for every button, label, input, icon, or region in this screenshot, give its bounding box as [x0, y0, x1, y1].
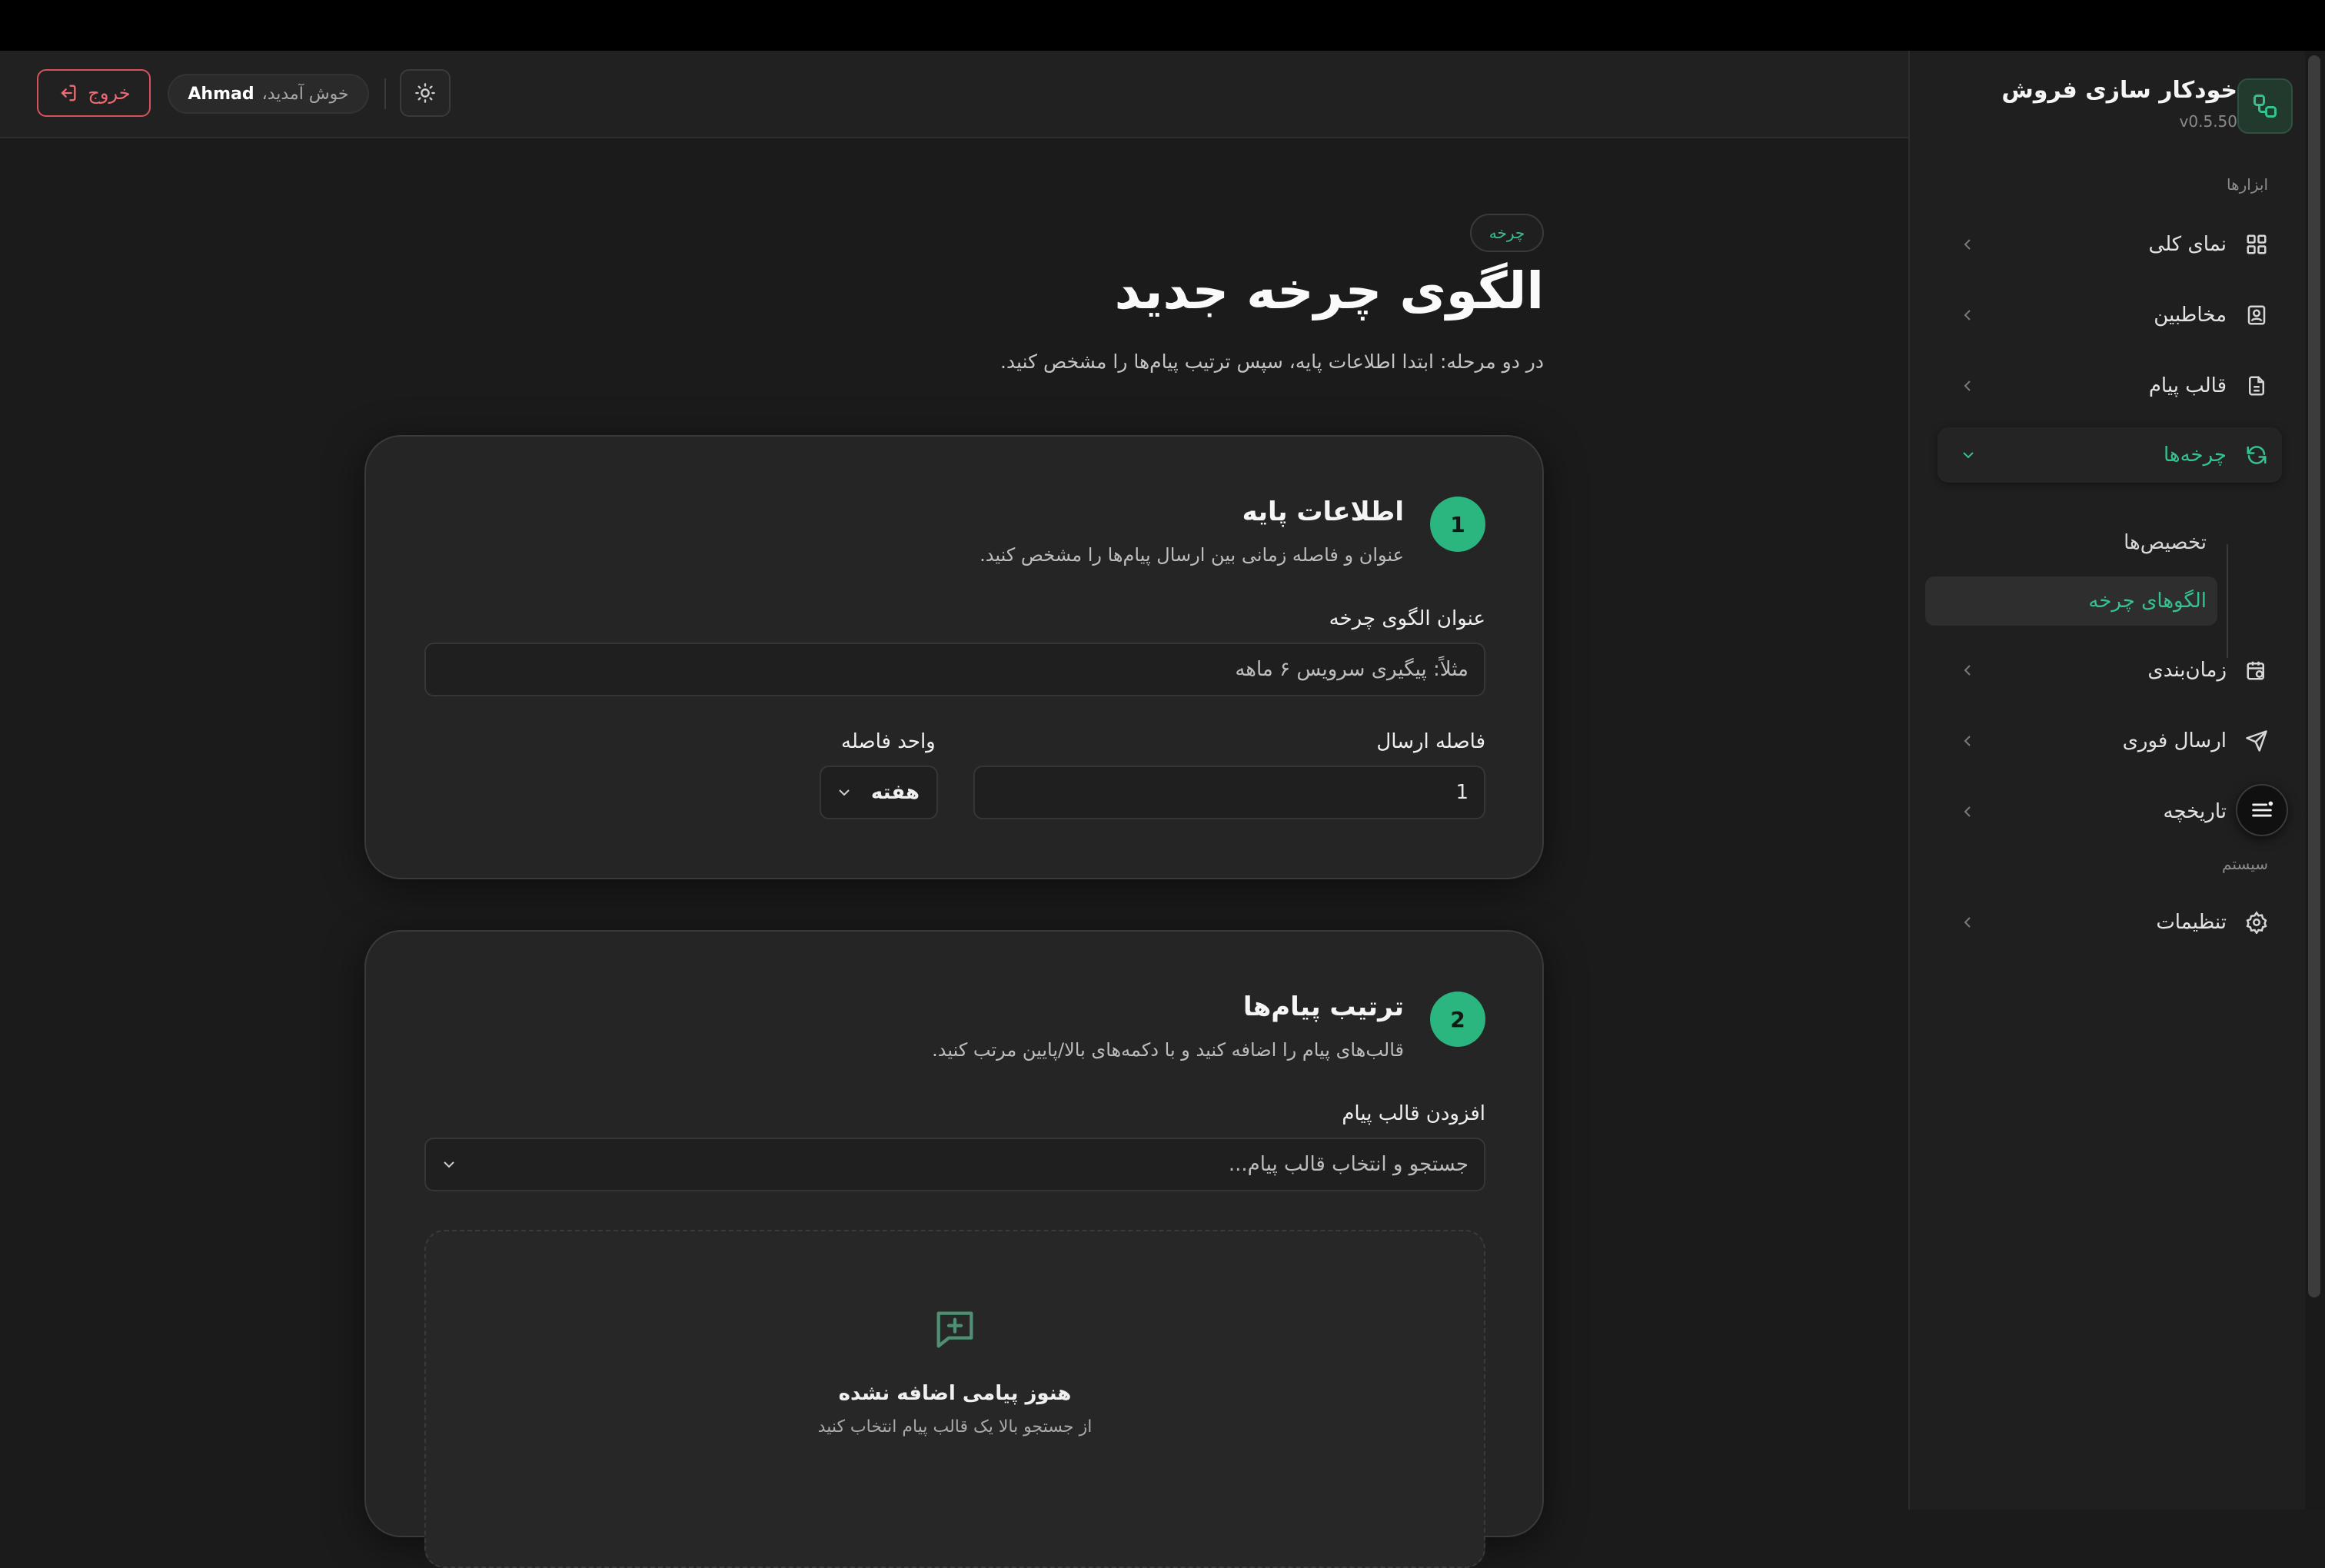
empty-state-subtitle: از جستجو بالا یک قالب پیام انتخاب کنید — [817, 1417, 1093, 1437]
send-icon — [2245, 729, 2268, 752]
chevron-left-icon — [1964, 239, 1971, 250]
workflow-icon — [2253, 95, 2277, 118]
contacts-icon — [2245, 304, 2268, 327]
chevron-left-icon — [1964, 380, 1971, 391]
sidebar-subitem-label: تخصیص‌ها — [2124, 531, 2207, 554]
interval-input[interactable]: 1 — [973, 766, 1485, 819]
step-number-1: 1 — [1430, 497, 1485, 552]
sidebar-item-label: مخاطبین — [2154, 304, 2227, 327]
chevron-left-icon — [1964, 665, 1971, 676]
message-plus-icon — [936, 1311, 973, 1348]
header-divider — [384, 78, 386, 109]
floating-menu-button[interactable] — [2236, 784, 2288, 836]
document-icon — [2245, 374, 2268, 397]
field-label-add-template: افزودن قالب پیام — [1342, 1102, 1485, 1125]
card-description: عنوان و فاصله زمانی بین ارسال پیام‌ها را… — [980, 544, 1404, 566]
message-order-card: 2 ترتیب پیام‌ها قالب‌های پیام را اضافه ک… — [364, 930, 1544, 1568]
sidebar-item-label: ارسال فوری — [2122, 729, 2227, 752]
username: Ahmad — [188, 84, 254, 104]
theme-toggle-button[interactable] — [400, 69, 451, 117]
sidebar-item-label: زمان‌بندی — [2147, 659, 2227, 682]
submenu-guide-line — [2227, 544, 2228, 658]
sun-icon — [415, 83, 435, 103]
interval-value: 1 — [1455, 781, 1469, 804]
breadcrumb-badge-label: چرخه — [1488, 224, 1525, 242]
app-header: خروج خوش آمدید، Ahmad — [0, 51, 1908, 138]
logout-button[interactable]: خروج — [37, 69, 151, 117]
field-label-interval: فاصله ارسال — [1376, 730, 1485, 753]
brand-title: خودکار سازی فروش — [2001, 77, 2237, 104]
breadcrumb-badge: چرخه — [1470, 214, 1544, 252]
card-title: اطلاعات پایه — [1242, 497, 1404, 527]
section-label-tools: ابزارها — [2226, 175, 2268, 194]
empty-messages-placeholder: هنوز پیامی اضافه نشده از جستجو بالا یک ق… — [424, 1230, 1485, 1568]
sidebar-item-label: نمای کلی — [2148, 233, 2227, 256]
window-top-bar — [0, 0, 2325, 51]
interval-unit-value: هفته — [870, 781, 920, 804]
logout-icon — [62, 85, 76, 101]
page-title: الگوی چرخه جدید — [1114, 261, 1544, 321]
menu-lines-icon — [2252, 801, 2273, 817]
card-description: قالب‌های پیام را اضافه کنید و با دکمه‌ها… — [932, 1039, 1404, 1061]
sidebar-subitem-label: الگوهای چرخه — [2088, 590, 2207, 613]
welcome-badge: خوش آمدید، Ahmad — [168, 74, 369, 114]
gear-icon — [2245, 911, 2268, 934]
chevron-down-icon — [839, 789, 850, 796]
step-number-2: 2 — [1430, 992, 1485, 1047]
template-search-placeholder: جستجو و انتخاب قالب پیام... — [1228, 1153, 1469, 1176]
cycle-name-input[interactable]: مثلاً: پیگیری سرویس ۶ ماهه — [424, 643, 1485, 696]
welcome-text: خوش آمدید، — [261, 84, 349, 104]
chevron-down-icon — [444, 1161, 454, 1168]
refresh-icon — [2245, 443, 2268, 467]
sidebar-item-settings[interactable]: تنظیمات — [1938, 895, 2268, 950]
chevron-left-icon — [1964, 806, 1971, 817]
chevron-left-icon — [1964, 310, 1971, 321]
field-label-name: عنوان الگوی چرخه — [1329, 607, 1485, 630]
sidebar-item-label: قالب پیام — [2148, 374, 2227, 397]
template-search-select[interactable]: جستجو و انتخاب قالب پیام... — [424, 1138, 1485, 1191]
sidebar-item-history[interactable]: تاریخچه — [1938, 784, 2268, 839]
sidebar-item-label: چرخه‌ها — [2163, 443, 2227, 467]
field-label-unit: واحد فاصله — [841, 730, 936, 753]
chevron-left-icon — [1964, 736, 1971, 746]
app-version: v0.5.50 — [2179, 112, 2237, 131]
cycle-name-placeholder: مثلاً: پیگیری سرویس ۶ ماهه — [1235, 658, 1469, 681]
sidebar-item-templates[interactable]: قالب پیام — [1938, 358, 2268, 414]
card-title: ترتیب پیام‌ها — [1242, 992, 1404, 1022]
scrollbar-thumb[interactable] — [2308, 55, 2320, 1297]
sidebar-item-label: تاریخچه — [2163, 800, 2227, 823]
sidebar-subitem-cycle-templates[interactable]: الگوهای چرخه — [1925, 576, 2217, 626]
sidebar-item-label: تنظیمات — [2156, 911, 2227, 934]
empty-state-title: هنوز پیامی اضافه نشده — [838, 1382, 1072, 1405]
sidebar-item-contacts[interactable]: مخاطبین — [1938, 287, 2268, 343]
chevron-left-icon — [1964, 917, 1971, 928]
sidebar: خودکار سازی فروش v0.5.50 ابزارها نمای کل… — [1908, 51, 2305, 1510]
sidebar-subitem-assignments[interactable]: تخصیص‌ها — [1914, 518, 2207, 567]
basic-info-card: 1 اطلاعات پایه عنوان و فاصله زمانی بین ا… — [364, 435, 1544, 879]
sidebar-item-overview[interactable]: نمای کلی — [1938, 217, 2268, 272]
dashboard-icon — [2245, 233, 2268, 256]
calendar-clock-icon — [2245, 659, 2268, 682]
brand-logo — [2237, 78, 2293, 134]
page-subtitle: در دو مرحله: ابتدا اطلاعات پایه، سپس ترت… — [1000, 350, 1544, 373]
sidebar-item-instant-send[interactable]: ارسال فوری — [1938, 713, 2268, 769]
interval-unit-select[interactable]: هفته — [820, 766, 938, 819]
logout-label: خروج — [88, 82, 131, 104]
section-label-system: سیستم — [2222, 855, 2268, 873]
sidebar-item-cycles[interactable]: چرخه‌ها — [1938, 427, 2282, 483]
sidebar-item-scheduling[interactable]: زمان‌بندی — [1938, 643, 2268, 698]
chevron-down-icon — [1963, 452, 1974, 459]
